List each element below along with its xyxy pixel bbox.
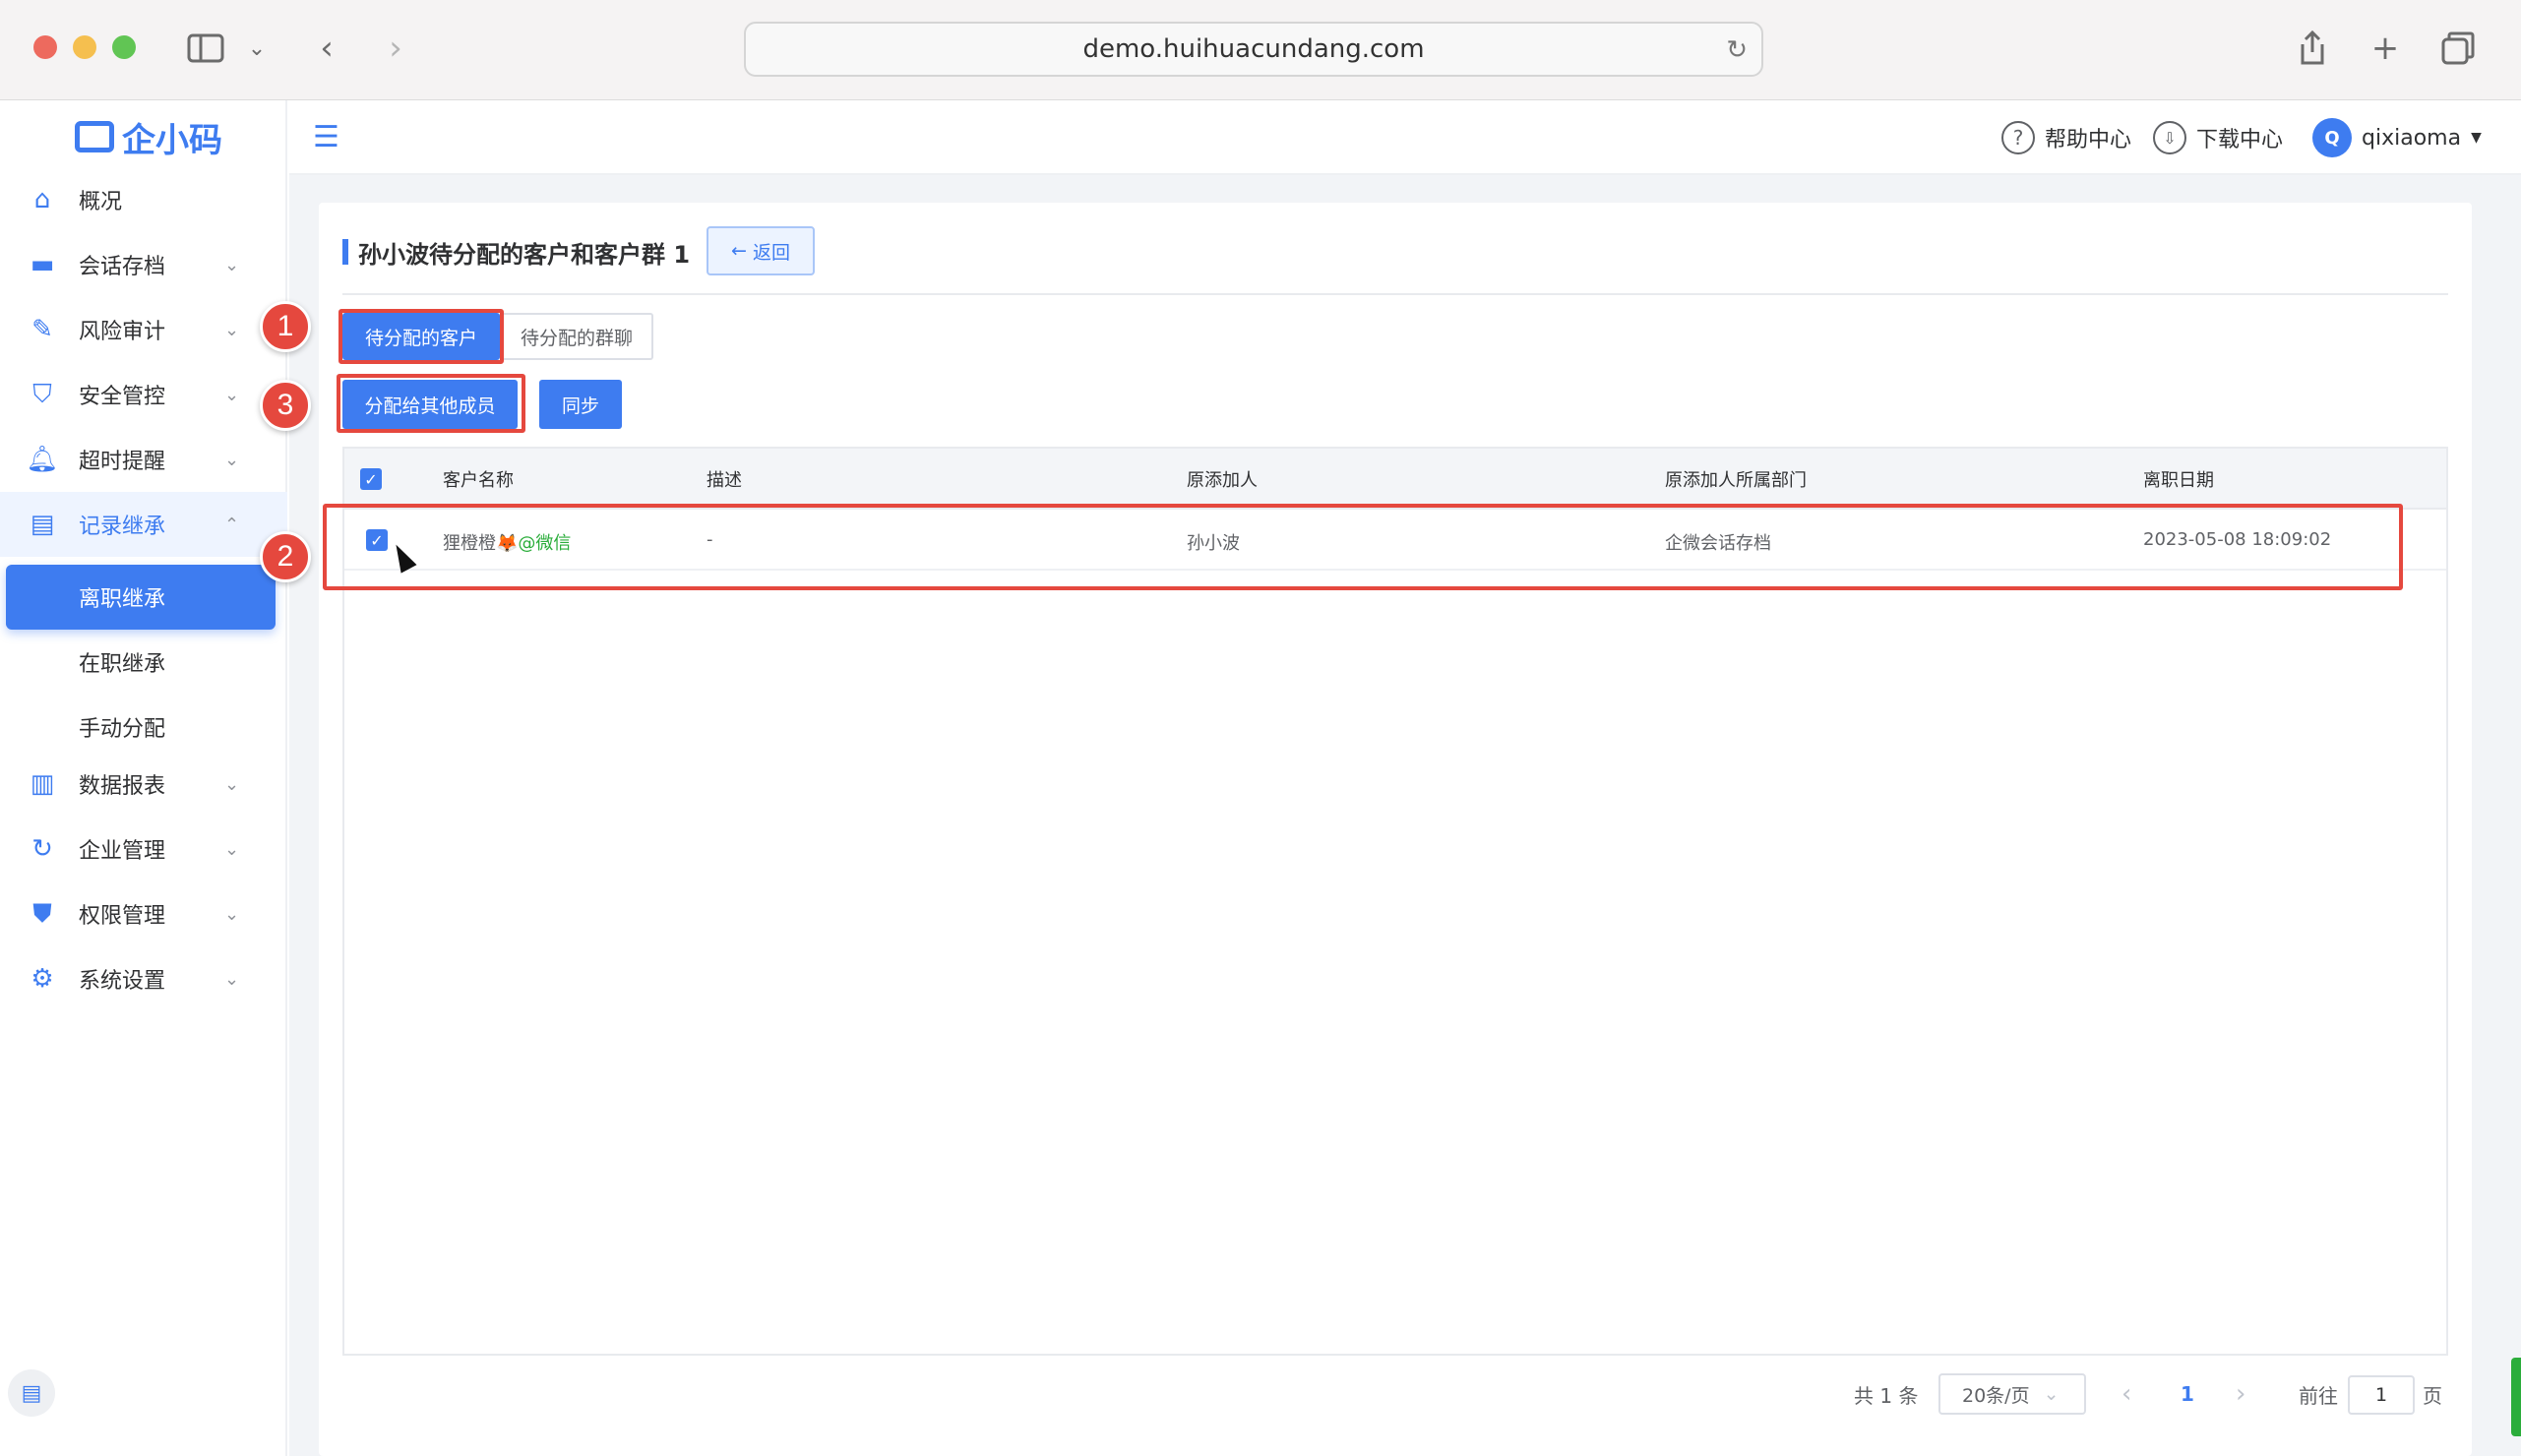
sidebar-item-settings[interactable]: ⚙ 系统设置 ⌄ xyxy=(0,946,287,1011)
username: qixiaoma xyxy=(2362,125,2462,151)
folder-icon: ▬ xyxy=(30,250,55,279)
sidebar: 企小码 ⌂ 概况 ▬ 会话存档 ⌄ ✎ 风险审计 ⌄ ⛉ 安全管控 ⌄ 🔔︎ 超… xyxy=(0,100,287,1456)
column-header[interactable]: 原添加人 xyxy=(1187,466,1258,492)
sidebar-item-chat-archive[interactable]: ▬ 会话存档 ⌄ xyxy=(0,232,287,297)
sidebar-subitem-manual-assign[interactable]: 手动分配 xyxy=(0,695,287,759)
page-size-select[interactable]: 20条/页 ⌄ xyxy=(1938,1373,2086,1415)
column-header[interactable]: 离职日期 xyxy=(2143,466,2214,492)
record-icon: ▤ xyxy=(30,510,55,539)
question-icon: ? xyxy=(2001,121,2035,154)
edge-tab xyxy=(2511,1358,2521,1436)
home-icon: ⌂ xyxy=(33,185,51,214)
goto-suffix: 页 xyxy=(2423,1383,2442,1408)
gear-icon: ⚙ xyxy=(31,964,54,994)
table-header: ✓ 客户名称 描述 原添加人 原添加人所属部门 离职日期 xyxy=(344,449,2446,510)
sidebar-subitem-resigned-inherit[interactable]: 离职继承 xyxy=(6,565,276,630)
document-icon[interactable]: ▤ xyxy=(8,1369,55,1417)
user-menu[interactable]: Q qixiaoma ▼ xyxy=(2312,118,2482,157)
refresh-icon: ↻ xyxy=(31,834,53,864)
chevron-down-icon: ⌄ xyxy=(224,968,240,990)
sidebar-item-overview[interactable]: ⌂ 概况 xyxy=(0,167,287,232)
step-badge-2: 2 xyxy=(260,531,311,582)
goto-page-input[interactable]: 1 xyxy=(2348,1375,2415,1415)
highlight-box-assign xyxy=(337,374,525,433)
step-badge-1: 1 xyxy=(260,301,311,352)
shield-icon: ⛉ xyxy=(32,379,52,409)
maximize-window-button[interactable] xyxy=(112,35,136,59)
page-title: 孙小波待分配的客户和客户群 1 xyxy=(342,236,690,269)
prev-page-icon[interactable]: ‹ xyxy=(2121,1373,2131,1415)
reload-icon[interactable]: ↻ xyxy=(1726,35,1748,65)
download-center-link[interactable]: ⇩ 下载中心 xyxy=(2153,118,2283,157)
pagination-total: 共 1 条 xyxy=(1854,1383,1919,1408)
help-center-link[interactable]: ? 帮助中心 xyxy=(2001,118,2131,157)
menu-collapse-icon[interactable]: ☰ xyxy=(313,120,339,154)
chevron-down-icon: ⌄ xyxy=(2043,1383,2060,1405)
sidebar-item-enterprise[interactable]: ↻ 企业管理 ⌄ xyxy=(0,817,287,881)
edit-icon: ✎ xyxy=(31,315,53,344)
goto-prefix: 前往 xyxy=(2299,1383,2338,1408)
title-divider xyxy=(342,293,2448,295)
bell-icon: 🔔︎ xyxy=(26,445,59,474)
chevron-down-icon: ⌄ xyxy=(224,319,240,340)
chevron-down-icon: ⌄ xyxy=(224,384,240,405)
sidebar-item-timeout-alert[interactable]: 🔔︎ 超时提醒 ⌄ xyxy=(0,427,287,492)
select-all-checkbox[interactable]: ✓ xyxy=(360,468,382,490)
column-header[interactable]: 描述 xyxy=(707,466,742,492)
top-header: ☰ ? 帮助中心 ⇩ 下载中心 Q qixiaoma ▼ xyxy=(289,100,2521,175)
minimize-window-button[interactable] xyxy=(73,35,96,59)
current-page[interactable]: 1 xyxy=(2181,1373,2194,1415)
sync-button[interactable]: 同步 xyxy=(539,380,622,429)
sidebar-subitem-active-inherit[interactable]: 在职继承 xyxy=(0,630,287,695)
new-tab-icon[interactable]: + xyxy=(2364,26,2407,71)
sidebar-item-reports[interactable]: ▥ 数据报表 ⌄ xyxy=(0,752,287,817)
logo[interactable]: 企小码 xyxy=(75,114,222,160)
arrow-left-icon: ← xyxy=(731,240,747,262)
caret-down-icon: ▼ xyxy=(2471,130,2482,146)
highlight-box-row xyxy=(323,504,2403,590)
back-button[interactable]: ← 返回 xyxy=(707,226,815,275)
browser-toolbar: ⌄ ‹ › demo.huihuacundang.com ↻ + xyxy=(0,0,2521,100)
chart-icon: ▥ xyxy=(30,769,55,799)
chevron-down-icon: ⌄ xyxy=(224,838,240,860)
back-icon[interactable]: ‹ xyxy=(309,26,344,71)
tabs-overview-icon[interactable] xyxy=(2436,26,2480,71)
chevron-down-icon[interactable]: ⌄ xyxy=(242,26,272,71)
chevron-down-icon: ⌄ xyxy=(224,903,240,925)
tab-pending-groups[interactable]: 待分配的群聊 xyxy=(500,313,653,360)
sidebar-item-security[interactable]: ⛉ 安全管控 ⌄ xyxy=(0,362,287,427)
column-header[interactable]: 客户名称 xyxy=(443,466,514,492)
sidebar-item-risk-audit[interactable]: ✎ 风险审计 ⌄ xyxy=(0,297,287,362)
chevron-up-icon: ⌃ xyxy=(224,514,240,535)
highlight-box-tab xyxy=(338,309,504,364)
address-bar[interactable]: demo.huihuacundang.com ↻ xyxy=(744,22,1763,77)
url-text: demo.huihuacundang.com xyxy=(1082,34,1425,64)
next-page-icon[interactable]: › xyxy=(2236,1373,2245,1415)
chevron-down-icon: ⌄ xyxy=(224,254,240,275)
sidebar-toggle-icon[interactable] xyxy=(183,26,228,71)
share-icon[interactable] xyxy=(2291,26,2334,71)
chevron-down-icon: ⌄ xyxy=(224,449,240,470)
sidebar-item-permissions[interactable]: ⛊ 权限管理 ⌄ xyxy=(0,881,287,946)
logo-icon xyxy=(75,121,114,152)
column-header[interactable]: 原添加人所属部门 xyxy=(1665,466,1807,492)
logo-text: 企小码 xyxy=(122,120,222,160)
step-badge-3: 3 xyxy=(260,380,311,431)
sidebar-item-record-inherit[interactable]: ▤ 记录继承 ⌃ xyxy=(0,492,287,557)
title-accent-bar xyxy=(342,239,348,265)
cloud-download-icon: ⇩ xyxy=(2153,121,2186,154)
chevron-down-icon: ⌄ xyxy=(224,773,240,795)
badge-shield-icon: ⛊ xyxy=(32,898,52,929)
forward-icon[interactable]: › xyxy=(378,26,413,71)
avatar: Q xyxy=(2312,118,2352,157)
close-window-button[interactable] xyxy=(33,35,57,59)
